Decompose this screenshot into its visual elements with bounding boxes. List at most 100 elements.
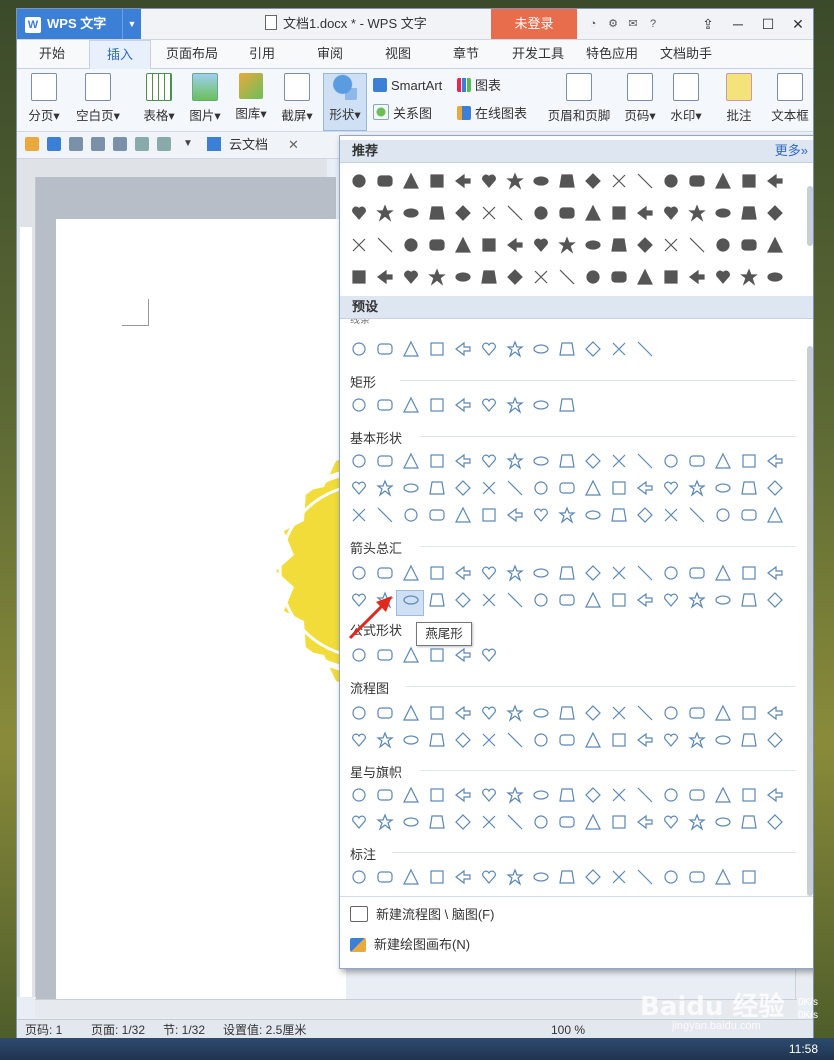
shape-option[interactable] [686, 589, 708, 611]
shape-option[interactable] [400, 562, 422, 584]
shape-option[interactable] [478, 394, 500, 416]
shape-option[interactable] [504, 562, 526, 584]
shape-option[interactable] [738, 729, 760, 751]
shape-option[interactable] [426, 729, 448, 751]
shape-option[interactable] [530, 394, 552, 416]
shape-option[interactable] [686, 504, 708, 526]
shape-option[interactable] [400, 784, 422, 806]
shape-option[interactable] [374, 644, 396, 666]
shape-option[interactable] [348, 811, 370, 833]
smartart-button[interactable]: SmartArt [373, 75, 442, 97]
shape-option[interactable] [426, 338, 448, 360]
shape-option[interactable] [504, 866, 526, 888]
shape-option[interactable] [582, 234, 604, 256]
shape-option[interactable] [348, 338, 370, 360]
shape-option[interactable] [426, 562, 448, 584]
shape-option[interactable] [764, 811, 786, 833]
preset-scrollbar[interactable] [807, 346, 813, 896]
shape-option[interactable] [634, 170, 656, 192]
header-footer-button[interactable]: 页眉和页脚 [543, 73, 615, 129]
shape-option[interactable] [426, 504, 448, 526]
shape-option[interactable] [348, 394, 370, 416]
shape-option[interactable] [374, 811, 396, 833]
shape-option[interactable] [660, 266, 682, 288]
shape-option[interactable] [634, 450, 656, 472]
shape-option[interactable] [400, 644, 422, 666]
document-page[interactable] [56, 219, 366, 999]
shape-option[interactable] [452, 562, 474, 584]
shape-option[interactable] [530, 202, 552, 224]
shape-option[interactable] [504, 504, 526, 526]
shape-option[interactable] [426, 866, 448, 888]
shape-option[interactable] [452, 202, 474, 224]
shape-option[interactable] [400, 477, 422, 499]
shape-option[interactable] [452, 644, 474, 666]
shape-option[interactable] [556, 589, 578, 611]
tab-review[interactable]: 审阅 [307, 40, 353, 68]
shape-option[interactable] [530, 866, 552, 888]
shape-option[interactable] [400, 729, 422, 751]
shape-option[interactable] [634, 504, 656, 526]
shape-option[interactable] [634, 702, 656, 724]
shape-option[interactable] [478, 866, 500, 888]
shape-option[interactable] [374, 504, 396, 526]
shape-option[interactable] [738, 202, 760, 224]
shape-option[interactable] [634, 477, 656, 499]
chevron-down-icon[interactable]: ▼ [122, 9, 141, 39]
shape-option[interactable] [712, 589, 734, 611]
shape-option[interactable] [400, 170, 422, 192]
shape-option[interactable] [504, 266, 526, 288]
shape-option[interactable] [504, 202, 526, 224]
shape-option[interactable] [374, 170, 396, 192]
shape-option[interactable] [634, 866, 656, 888]
tab-page-layout[interactable]: 页面布局 [159, 40, 225, 68]
qat-dropdown-icon[interactable]: ▼ [183, 137, 197, 151]
shape-option[interactable] [660, 866, 682, 888]
blank-page-button[interactable]: 空白页▾ [69, 73, 127, 129]
shape-option[interactable] [348, 644, 370, 666]
shape-option[interactable] [556, 562, 578, 584]
shape-option[interactable] [478, 450, 500, 472]
shape-option[interactable] [660, 450, 682, 472]
shape-option[interactable] [452, 170, 474, 192]
tab-insert[interactable]: 插入 [89, 40, 151, 70]
shape-option[interactable] [712, 729, 734, 751]
shape-option[interactable] [504, 702, 526, 724]
more-shapes-link[interactable]: 更多» [775, 140, 808, 162]
shape-option[interactable] [764, 266, 786, 288]
shape-option[interactable] [582, 562, 604, 584]
shape-option[interactable] [530, 702, 552, 724]
shape-option[interactable] [738, 266, 760, 288]
shape-option[interactable] [452, 702, 474, 724]
shape-option[interactable] [348, 562, 370, 584]
shape-option[interactable] [374, 729, 396, 751]
shape-option[interactable] [348, 729, 370, 751]
shape-option[interactable] [686, 866, 708, 888]
shape-option[interactable] [556, 811, 578, 833]
shape-option[interactable] [686, 170, 708, 192]
skin-icon[interactable]: ◔ [583, 9, 603, 39]
shape-option[interactable] [634, 266, 656, 288]
shape-option[interactable] [764, 562, 786, 584]
comment-button[interactable]: 批注 [721, 73, 757, 129]
settings-icon[interactable]: ⚙ [603, 9, 623, 39]
textbox-button[interactable]: 文本框 [767, 73, 813, 129]
shape-option[interactable] [478, 729, 500, 751]
shape-option[interactable] [764, 589, 786, 611]
shape-option[interactable] [426, 234, 448, 256]
tab-home[interactable]: 开始 [27, 40, 77, 68]
shape-option[interactable] [452, 866, 474, 888]
shape-option[interactable] [504, 589, 526, 611]
shape-option[interactable] [374, 562, 396, 584]
print-icon[interactable] [91, 137, 105, 151]
horizontal-ruler[interactable] [17, 159, 327, 178]
shape-option[interactable] [764, 784, 786, 806]
screenshot-button[interactable]: 截屏▾ [277, 73, 317, 129]
shape-option[interactable] [712, 866, 734, 888]
shape-option[interactable] [686, 729, 708, 751]
shape-option[interactable] [634, 811, 656, 833]
shape-option[interactable] [426, 450, 448, 472]
shape-option[interactable] [426, 394, 448, 416]
shape-option[interactable] [400, 234, 422, 256]
shape-option[interactable] [556, 170, 578, 192]
